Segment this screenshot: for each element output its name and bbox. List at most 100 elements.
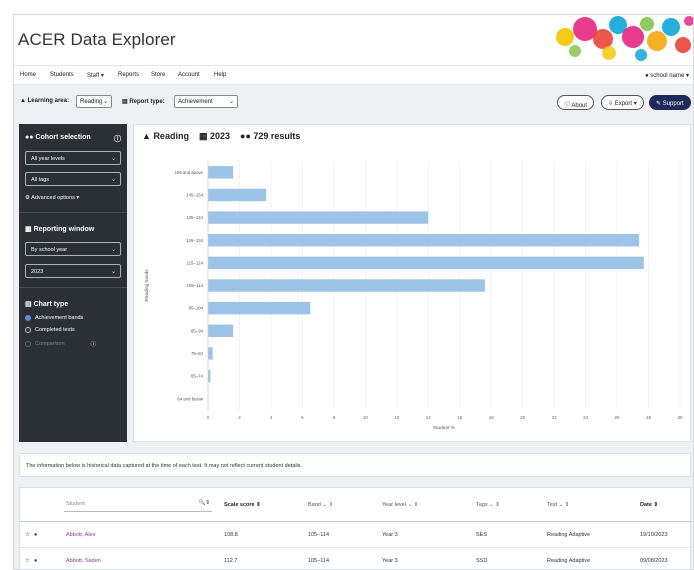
x-tick-label: 28 (646, 415, 652, 420)
nav-help[interactable]: Help (214, 72, 226, 78)
toolbar: ▲ Learning area: Reading ⌄ ▤ Report type… (14, 86, 693, 118)
tags: SSD (476, 558, 488, 564)
sidebar: ●● Cohort selection ⓘ All year levels ⌄ … (19, 124, 127, 442)
x-axis-label: Student % (433, 425, 456, 431)
nav-staff[interactable]: Staff ▾ (87, 72, 104, 79)
year-select[interactable]: 2023 ⌄ (25, 264, 121, 278)
x-tick-label: 16 (457, 415, 463, 420)
col-year-level[interactable]: Year level ⌄ ⇕ (382, 502, 418, 508)
x-tick-label: 22 (552, 415, 558, 420)
help-icon[interactable]: ⓘ (91, 340, 97, 348)
edit-icon: ✎ (656, 101, 662, 107)
info-icon: ⓘ (564, 103, 571, 109)
year-levels-select[interactable]: All year levels ⌄ (25, 151, 121, 165)
bar (208, 188, 267, 202)
cohort-selection-heading: ●● Cohort selection ⓘ (25, 134, 121, 144)
y-tick-label: 155 and above (175, 170, 204, 175)
info-text: The information below is historical data… (26, 463, 303, 469)
users-icon: ●● (25, 134, 34, 141)
calendar-icon: ▦ (25, 226, 32, 233)
header: ACER Data Explorer (14, 15, 693, 65)
settings-icon: ⚙ (25, 195, 30, 201)
bar (208, 166, 234, 179)
chart-panel: ▲ Reading ▦ 2023 ●● 729 results 0 2 4 6 8 10 1… (133, 124, 691, 442)
chart-type-achievement-bands[interactable]: Achievement bands (25, 315, 83, 321)
chevron-down-icon: ⌄ (102, 99, 108, 105)
year-level: Year 3 (382, 558, 398, 564)
x-tick-label: 30 (677, 415, 683, 420)
info-bar: The information below is historical data… (19, 453, 691, 477)
radio-selected[interactable] (25, 315, 31, 321)
graduation-cap-icon: ▲ (20, 98, 26, 104)
bar (208, 211, 429, 224)
col-scale-score[interactable]: Scale score ⇕ (224, 502, 261, 508)
y-tick-label: 95–104 (189, 306, 204, 311)
x-tick-label: 4 (270, 415, 273, 420)
area-chart-icon: ▤ (25, 301, 32, 308)
student-search-input[interactable]: Student 🔍⇕ (64, 497, 212, 512)
export-button[interactable]: ⇩ Export ▾ (601, 95, 644, 110)
radio-unselected[interactable] (25, 327, 31, 333)
about-button[interactable]: ⓘ About (557, 95, 595, 110)
download-icon: ⇩ (608, 101, 614, 107)
student-name-link[interactable]: Abbott, Saden (66, 558, 101, 564)
col-band[interactable]: Band ⌄ ⇕ (308, 502, 333, 508)
sidebar-divider (19, 212, 127, 213)
report-type-select[interactable]: Achievement ⌄ (174, 95, 238, 108)
achievement-bands-chart: 0 2 4 6 8 10 12 14 16 18 20 22 24 26 28 30155 and above… (144, 161, 683, 431)
user-menu-label: school name ▾ (650, 73, 689, 79)
nav-reports[interactable]: Reports (118, 72, 139, 78)
y-tick-label: 65–74 (191, 374, 204, 379)
bar (208, 279, 485, 292)
x-tick-label: 6 (301, 415, 304, 420)
chart-type-completed-tests[interactable]: Completed tests (25, 327, 75, 333)
x-tick-label: 0 (207, 415, 210, 420)
learning-area-label: ▲ Learning area: (20, 98, 69, 104)
col-test[interactable]: Test ⌄ ⇕ (547, 502, 569, 508)
bar (208, 301, 311, 315)
x-tick-label: 12 (394, 415, 400, 420)
tags-select[interactable]: All tags ⌄ (25, 172, 121, 186)
band: 105–114 (308, 558, 330, 564)
chart-type-comparison: Comparison ⓘ (25, 340, 96, 348)
test: Reading Adaptive (547, 558, 591, 564)
x-tick-label: 2 (238, 415, 241, 420)
support-button[interactable]: ✎ Support (649, 95, 691, 110)
nav-students[interactable]: Students (50, 72, 74, 78)
table-row[interactable]: ☆ ● Abbott, Saden 112.7 105–114 Year 3 S… (20, 549, 692, 569)
y-tick-label: 145–154 (186, 193, 203, 198)
user-icon: ● (645, 73, 649, 79)
app-title: ACER Data Explorer (18, 30, 176, 49)
y-tick-label: 105–114 (187, 283, 204, 288)
window-type-select[interactable]: By school year ⌄ (25, 242, 121, 256)
x-tick-label: 26 (615, 415, 621, 420)
table-row[interactable]: ☆ ● Abbott, Alex 108.8 105–114 Year 3 SE… (20, 523, 692, 548)
scale-score: 108.8 (224, 532, 238, 538)
chevron-down-icon: ⌄ (228, 99, 234, 105)
star-icon[interactable]: ☆ (25, 532, 30, 538)
nav-store[interactable]: Store (151, 72, 165, 78)
chevron-down-icon: ⌄ (110, 156, 116, 162)
learning-area-select[interactable]: Reading ⌄ (76, 95, 112, 108)
y-tick-label: 85–94 (191, 328, 204, 333)
results-table: Student 🔍⇕ Scale score ⇕ Band ⌄ ⇕ Year l… (19, 487, 692, 569)
bar (208, 324, 234, 337)
advanced-options-link[interactable]: ⚙ Advanced options ▾ (25, 195, 79, 201)
y-tick-label: 64 and below (177, 396, 203, 401)
col-date[interactable]: Date ⇕ (640, 502, 658, 508)
x-tick-label: 8 (333, 415, 336, 420)
y-tick-label: 125–134 (186, 238, 203, 243)
y-axis-label: Reading bands (144, 269, 150, 302)
report-type-label: ▤ Report type: (122, 99, 165, 105)
star-icon[interactable]: ☆ (25, 558, 30, 564)
nav-account[interactable]: Account (178, 72, 200, 78)
nav-home[interactable]: Home (20, 72, 36, 78)
user-menu[interactable]: ● school name ▾ (645, 72, 689, 79)
y-tick-label: 75–84 (191, 351, 204, 356)
chevron-down-icon: ⌄ (110, 177, 116, 183)
student-name-link[interactable]: Abbott, Alex (66, 532, 95, 538)
col-tags[interactable]: Tags ⌄ ⇕ (476, 502, 500, 508)
help-icon[interactable]: ⓘ (114, 134, 121, 144)
year-level: Year 3 (382, 532, 398, 538)
acer-logo (556, 16, 693, 61)
